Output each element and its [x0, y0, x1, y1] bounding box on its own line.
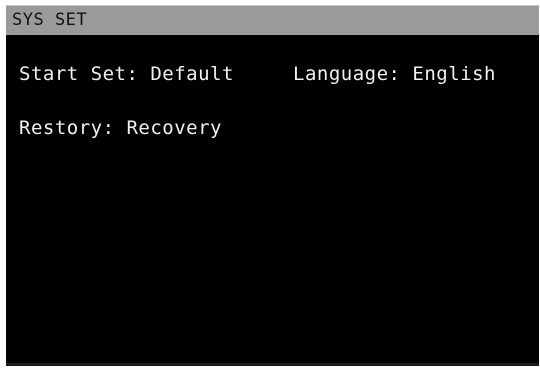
start-set-option[interactable]: Start Set: Default	[19, 63, 234, 85]
restory-option[interactable]: Restory: Recovery	[19, 117, 222, 139]
bottom-divider	[6, 363, 539, 366]
page-title: SYS SET	[12, 10, 88, 30]
title-bar: SYS SET	[6, 5, 539, 35]
lcd-screen: SYS SET Start Set: Default Language: Eng…	[6, 5, 539, 366]
language-option[interactable]: Language: English	[293, 63, 496, 85]
